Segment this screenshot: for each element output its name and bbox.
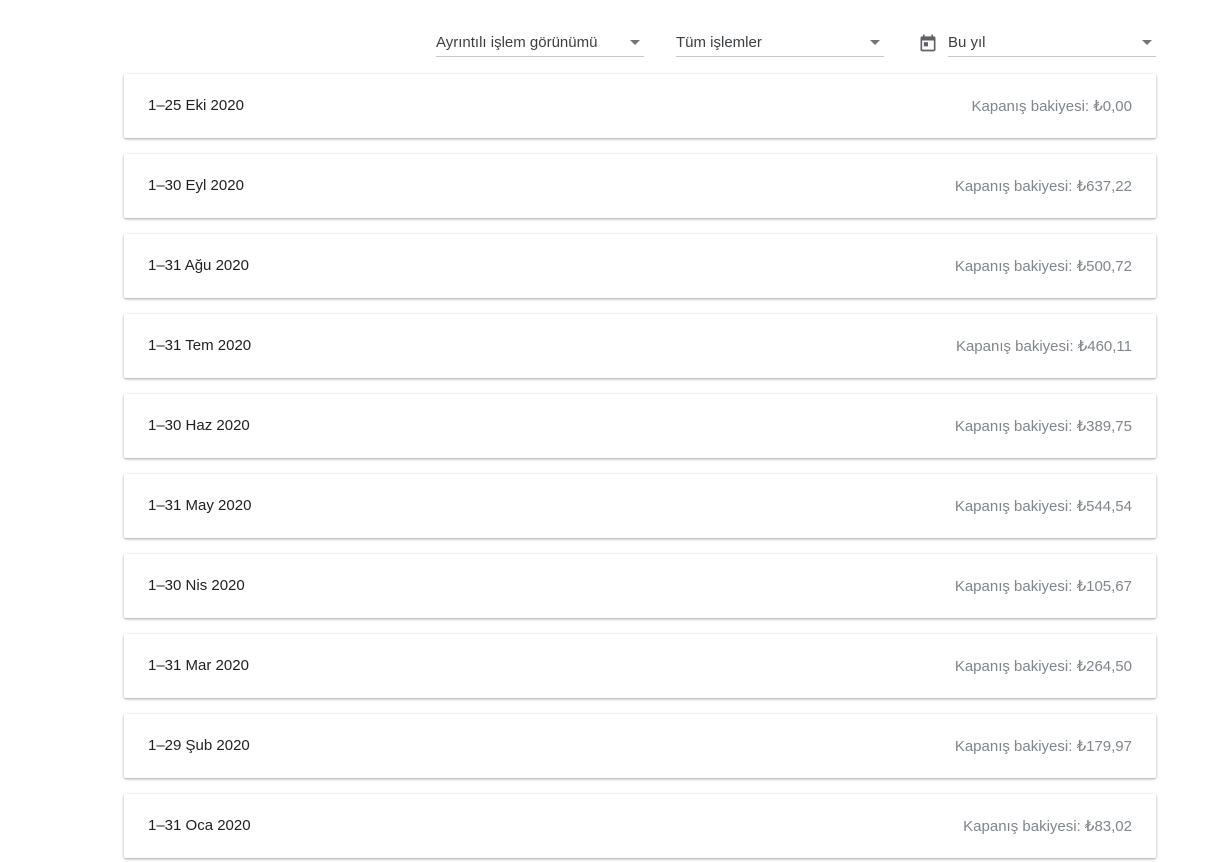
statement-period: 1–30 Eyl 2020 — [148, 177, 244, 194]
statement-period: 1–30 Nis 2020 — [148, 577, 245, 594]
statement-list: 1–25 Eki 2020 Kapanış bakiyesi: ₺0,00 1–… — [124, 74, 1156, 862]
closing-balance: Kapanış bakiyesi: ₺83,02 — [963, 818, 1132, 835]
arrow-drop-down-icon — [1142, 40, 1152, 45]
statement-period: 1–31 Oca 2020 — [148, 817, 251, 834]
closing-balance: Kapanış bakiyesi: ₺637,22 — [954, 178, 1132, 195]
statement-row[interactable]: 1–30 Nis 2020 Kapanış bakiyesi: ₺105,67 — [124, 554, 1156, 618]
view-mode-label: Ayrıntılı işlem görünümü — [436, 34, 598, 51]
statement-row[interactable]: 1–31 Tem 2020 Kapanış bakiyesi: ₺460,11 — [124, 314, 1156, 378]
transaction-type-label: Tüm işlemler — [676, 34, 762, 51]
statement-row[interactable]: 1–31 Ağu 2020 Kapanış bakiyesi: ₺500,72 — [124, 234, 1156, 298]
statement-period: 1–29 Şub 2020 — [148, 737, 250, 754]
statement-period: 1–31 Tem 2020 — [148, 337, 252, 354]
transaction-type-select[interactable]: Tüm işlemler — [676, 28, 884, 57]
date-range-label: Bu yıl — [948, 34, 986, 51]
statement-period: 1–31 May 2020 — [148, 497, 252, 514]
statement-row[interactable]: 1–25 Eki 2020 Kapanış bakiyesi: ₺0,00 — [124, 74, 1156, 138]
statement-row[interactable]: 1–31 Oca 2020 Kapanış bakiyesi: ₺83,02 — [124, 794, 1156, 858]
statement-period: 1–30 Haz 2020 — [148, 417, 250, 434]
statement-row[interactable]: 1–31 Mar 2020 Kapanış bakiyesi: ₺264,50 — [124, 634, 1156, 698]
statement-period: 1–25 Eki 2020 — [148, 97, 244, 114]
closing-balance: Kapanış bakiyesi: ₺389,75 — [954, 418, 1132, 435]
closing-balance: Kapanış bakiyesi: ₺179,97 — [954, 738, 1132, 755]
date-range-select[interactable]: Bu yıl — [948, 28, 1156, 57]
closing-balance: Kapanış bakiyesi: ₺500,72 — [954, 258, 1132, 275]
closing-balance: Kapanış bakiyesi: ₺264,50 — [954, 658, 1132, 675]
statement-period: 1–31 Ağu 2020 — [148, 257, 249, 274]
arrow-drop-down-icon — [630, 40, 640, 45]
transactions-page: Ayrıntılı işlem görünümü Tüm işlemler Bu… — [0, 0, 1220, 862]
closing-balance: Kapanış bakiyesi: ₺0,00 — [971, 98, 1132, 115]
closing-balance: Kapanış bakiyesi: ₺105,67 — [954, 578, 1132, 595]
statement-period: 1–31 Mar 2020 — [148, 657, 249, 674]
statement-row[interactable]: 1–30 Haz 2020 Kapanış bakiyesi: ₺389,75 — [124, 394, 1156, 458]
view-mode-select[interactable]: Ayrıntılı işlem görünümü — [436, 28, 644, 57]
statement-row[interactable]: 1–31 May 2020 Kapanış bakiyesi: ₺544,54 — [124, 474, 1156, 538]
closing-balance: Kapanış bakiyesi: ₺544,54 — [954, 498, 1132, 515]
arrow-drop-down-icon — [870, 40, 880, 45]
statement-row[interactable]: 1–30 Eyl 2020 Kapanış bakiyesi: ₺637,22 — [124, 154, 1156, 218]
filter-bar: Ayrıntılı işlem görünümü Tüm işlemler Bu… — [0, 28, 1220, 60]
calendar-icon[interactable] — [918, 33, 938, 53]
closing-balance: Kapanış bakiyesi: ₺460,11 — [955, 338, 1132, 355]
statement-row[interactable]: 1–29 Şub 2020 Kapanış bakiyesi: ₺179,97 — [124, 714, 1156, 778]
